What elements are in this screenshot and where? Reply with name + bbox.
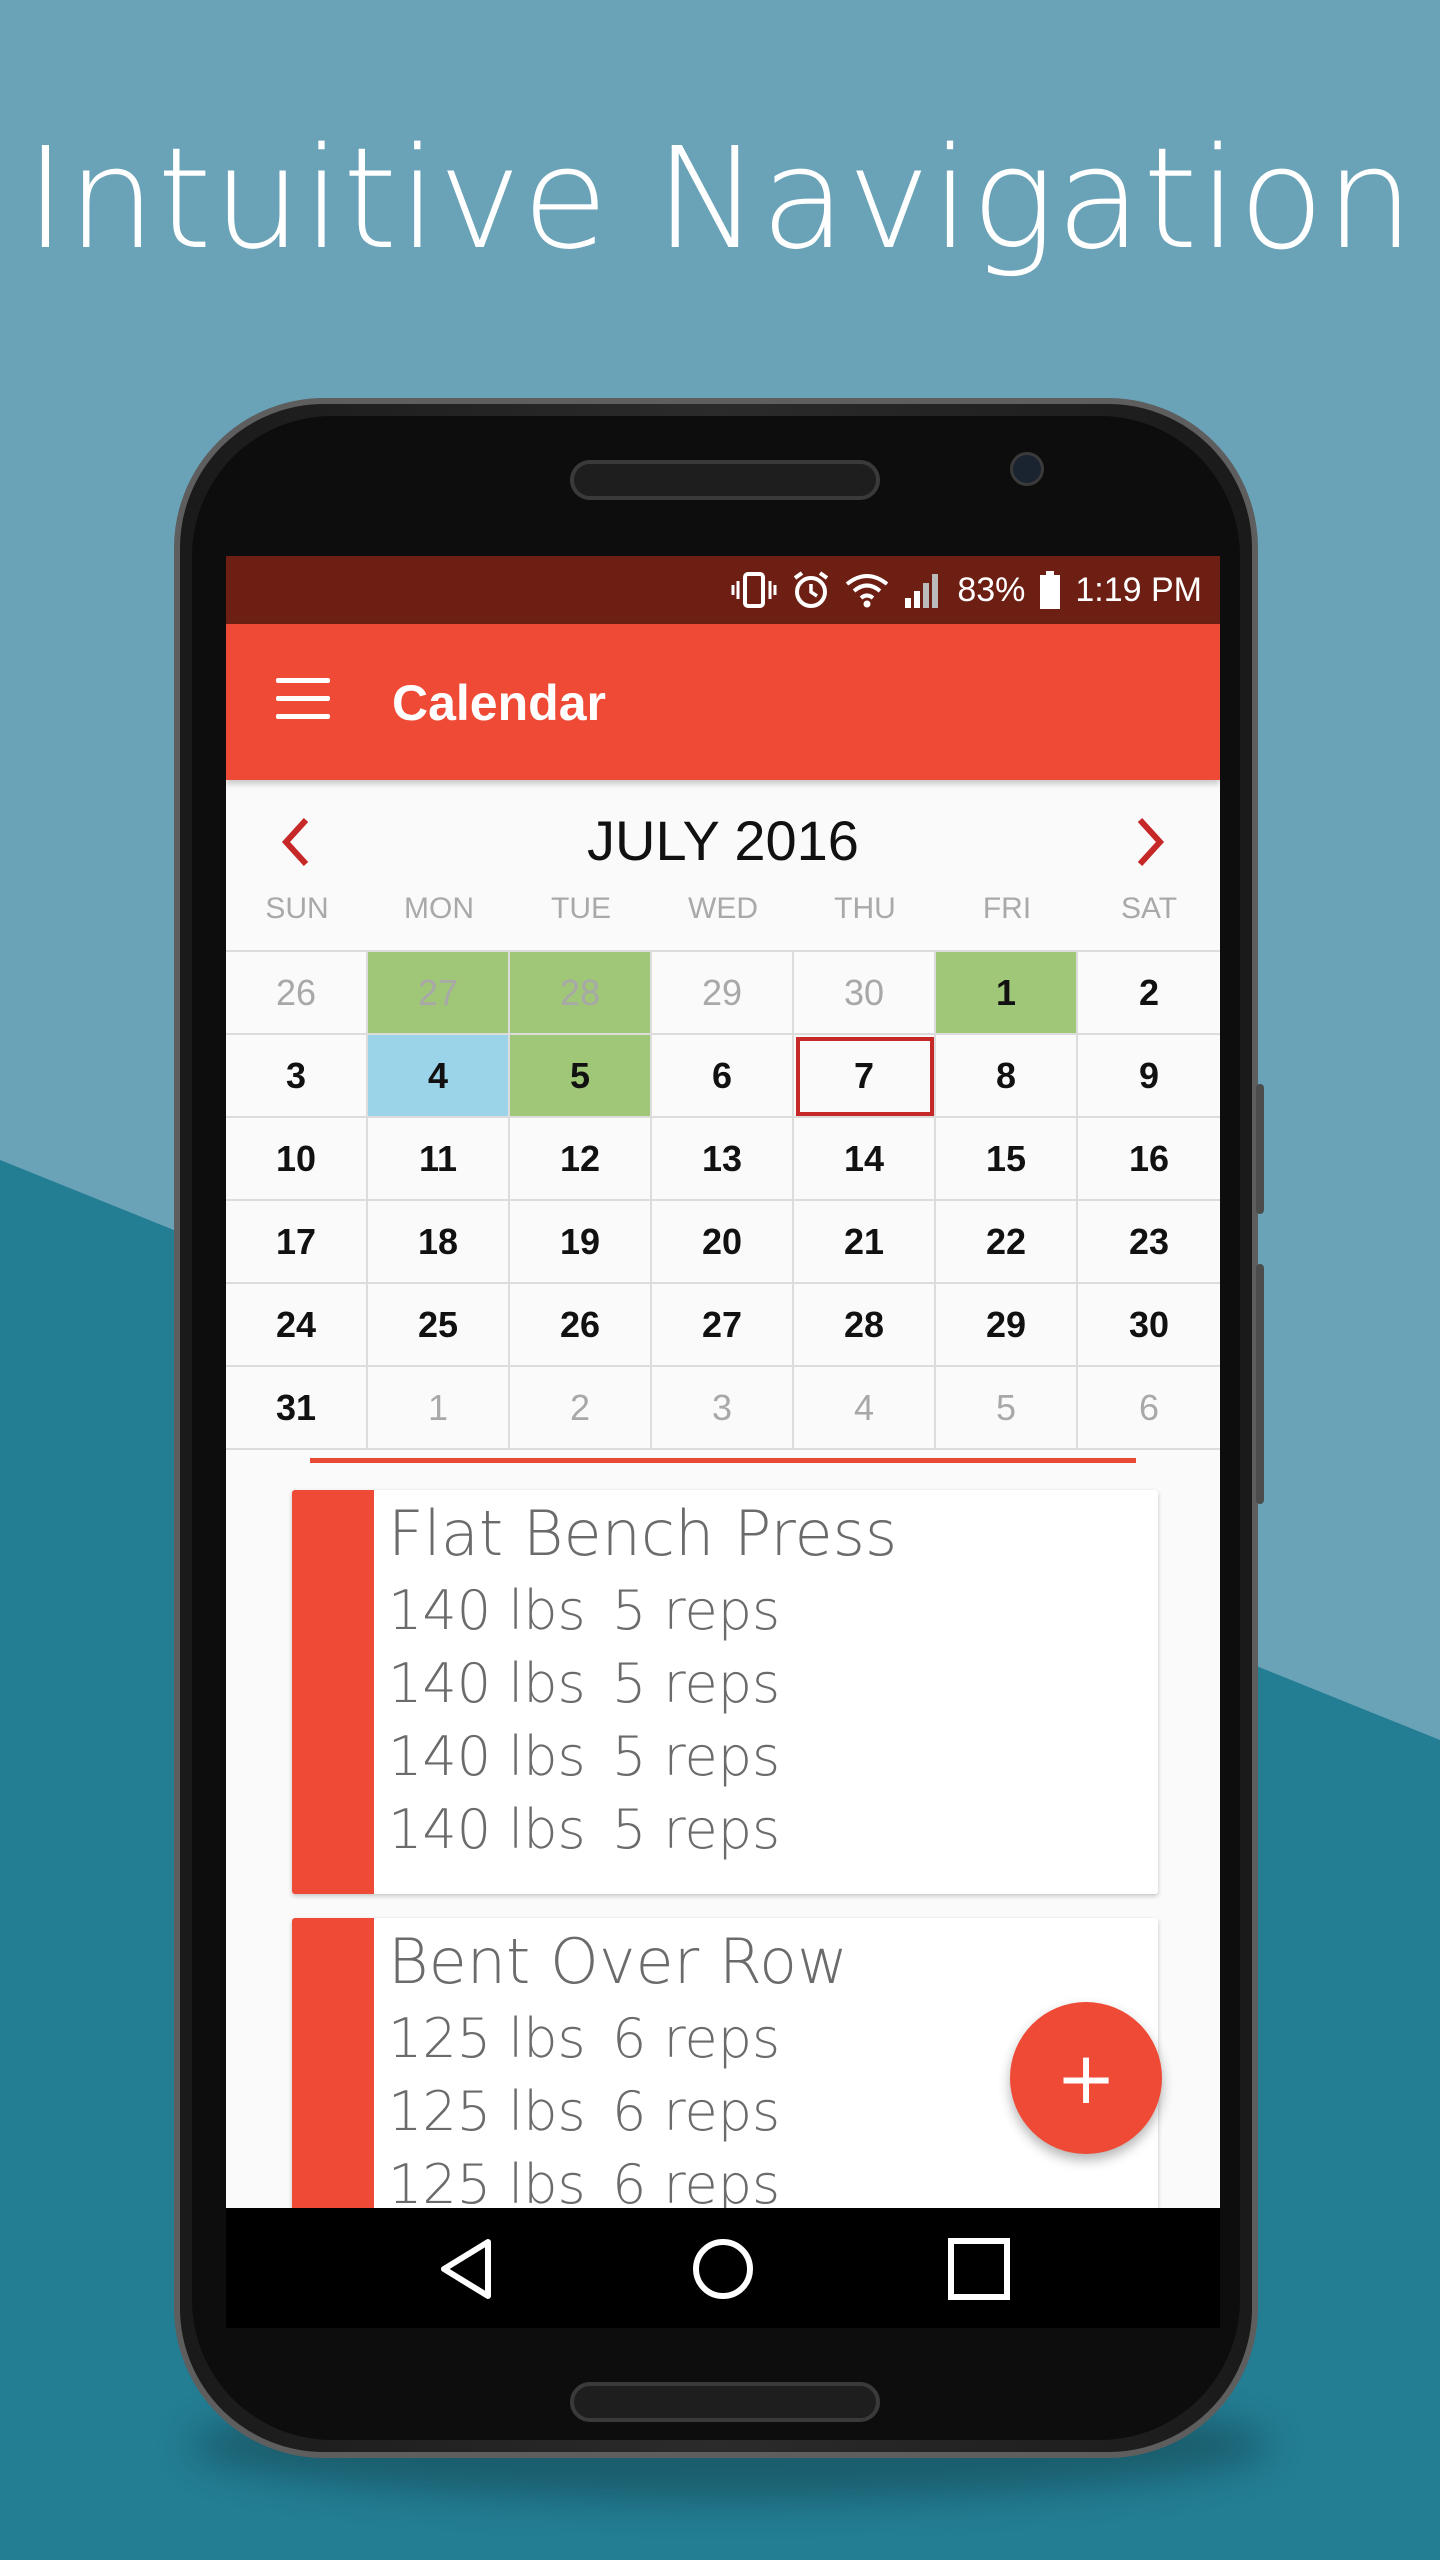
workout-card[interactable]: Flat Bench Press 140 lbs 5 reps 140 lbs 5 … bbox=[292, 1490, 1158, 1894]
status-time: 1:19 PM bbox=[1075, 570, 1202, 609]
calendar-day[interactable]: 2 bbox=[510, 1367, 652, 1450]
calendar-day-today[interactable]: 7 bbox=[794, 1035, 936, 1118]
set-reps: 6 reps bbox=[612, 2080, 781, 2143]
weekday-label: SUN bbox=[265, 892, 329, 925]
add-workout-button[interactable]: + bbox=[1010, 2002, 1162, 2154]
calendar-day[interactable]: 25 bbox=[368, 1284, 510, 1367]
front-camera bbox=[1010, 452, 1044, 486]
calendar-day[interactable]: 19 bbox=[510, 1201, 652, 1284]
vibrate-icon bbox=[731, 572, 777, 608]
set-weight: 140 lbs bbox=[388, 1652, 586, 1715]
set-weight: 140 lbs bbox=[388, 1725, 586, 1788]
calendar-day[interactable]: 23 bbox=[1078, 1201, 1220, 1284]
set-weight: 125 lbs bbox=[388, 2007, 586, 2070]
calendar-day[interactable]: 24 bbox=[226, 1284, 368, 1367]
weekday-label: MON bbox=[404, 892, 474, 925]
calendar-day[interactable]: 6 bbox=[1078, 1367, 1220, 1450]
weekday-label: THU bbox=[834, 892, 896, 925]
weekday-label: FRI bbox=[982, 892, 1032, 925]
calendar-day[interactable]: 11 bbox=[368, 1118, 510, 1201]
set-weight: 140 lbs bbox=[388, 1798, 586, 1861]
set-row: 140 lbs 5 reps bbox=[388, 1647, 1158, 1720]
calendar-day[interactable]: 22 bbox=[936, 1201, 1078, 1284]
calendar-day[interactable]: 29 bbox=[652, 952, 794, 1035]
calendar-day[interactable]: 31 bbox=[226, 1367, 368, 1450]
calendar-day[interactable]: 16 bbox=[1078, 1118, 1220, 1201]
calendar-day[interactable]: 27 bbox=[652, 1284, 794, 1367]
wifi-icon bbox=[846, 574, 889, 608]
set-reps: 5 reps bbox=[612, 1798, 781, 1861]
alarm-icon bbox=[794, 571, 829, 608]
battery-icon bbox=[1040, 571, 1061, 609]
chevron-right-icon[interactable] bbox=[1130, 814, 1170, 870]
weekday-label: WED bbox=[688, 892, 758, 925]
calendar-day[interactable]: 29 bbox=[936, 1284, 1078, 1367]
month-title: JULY 2016 bbox=[587, 809, 859, 872]
app-title: Calendar bbox=[392, 675, 606, 731]
calendar-day[interactable]: 3 bbox=[226, 1035, 368, 1118]
power-button bbox=[1256, 1264, 1264, 1504]
calendar-day[interactable]: 10 bbox=[226, 1118, 368, 1201]
calendar-day[interactable]: 20 bbox=[652, 1201, 794, 1284]
calendar-day[interactable]: 15 bbox=[936, 1118, 1078, 1201]
signal-icon bbox=[905, 574, 939, 608]
calendar-day[interactable]: 28 bbox=[510, 952, 652, 1035]
calendar-day[interactable]: 26 bbox=[226, 952, 368, 1035]
calendar-day[interactable]: 27 bbox=[368, 952, 510, 1035]
set-reps: 5 reps bbox=[612, 1579, 781, 1642]
calendar-day[interactable]: 12 bbox=[510, 1118, 652, 1201]
calendar-day[interactable]: 18 bbox=[368, 1201, 510, 1284]
calendar-day[interactable]: 8 bbox=[936, 1035, 1078, 1118]
recents-icon[interactable] bbox=[944, 2234, 1014, 2304]
set-weight: 140 lbs bbox=[388, 1579, 586, 1642]
weekday-header: SUN MON TUE WED THU FRI SAT bbox=[226, 892, 1220, 932]
calendar-day[interactable]: 9 bbox=[1078, 1035, 1220, 1118]
back-icon[interactable] bbox=[432, 2234, 502, 2304]
app-bar: Calendar bbox=[226, 624, 1220, 780]
home-icon[interactable] bbox=[688, 2234, 758, 2304]
calendar-day[interactable]: 28 bbox=[794, 1284, 936, 1367]
calendar-day[interactable]: 1 bbox=[936, 952, 1078, 1035]
calendar-day[interactable]: 6 bbox=[652, 1035, 794, 1118]
phone-screen: 83% 1:19 PM Calendar JULY 2016 SUN MON T… bbox=[226, 556, 1220, 2328]
hamburger-menu-icon[interactable] bbox=[276, 676, 332, 724]
set-weight: 125 lbs bbox=[388, 2080, 586, 2143]
volume-button bbox=[1256, 1084, 1264, 1214]
calendar-day[interactable]: 30 bbox=[1078, 1284, 1220, 1367]
calendar-day[interactable]: 5 bbox=[510, 1035, 652, 1118]
set-row: 140 lbs 5 reps bbox=[388, 1720, 1158, 1793]
exercise-name: Flat Bench Press bbox=[388, 1497, 898, 1570]
weekday-label: SAT bbox=[1120, 892, 1178, 925]
set-reps: 6 reps bbox=[612, 2007, 781, 2070]
month-navigator: JULY 2016 bbox=[226, 780, 1220, 880]
calendar-day[interactable]: 2 bbox=[1078, 952, 1220, 1035]
calendar-day[interactable]: 4 bbox=[794, 1367, 936, 1450]
set-reps: 5 reps bbox=[612, 1652, 781, 1715]
weekday-label: TUE bbox=[551, 892, 611, 925]
set-row: 140 lbs 5 reps bbox=[388, 1574, 1158, 1647]
calendar-day[interactable]: 26 bbox=[510, 1284, 652, 1367]
calendar-day[interactable]: 21 bbox=[794, 1201, 936, 1284]
set-row: 140 lbs 5 reps bbox=[388, 1793, 1158, 1866]
calendar-day[interactable]: 1 bbox=[368, 1367, 510, 1450]
headline: Intuitive Navigation bbox=[24, 118, 1416, 281]
calendar-divider bbox=[310, 1458, 1136, 1463]
calendar-day[interactable]: 4 bbox=[368, 1035, 510, 1118]
calendar-day[interactable]: 14 bbox=[794, 1118, 936, 1201]
calendar-day[interactable]: 13 bbox=[652, 1118, 794, 1201]
bottom-speaker bbox=[570, 2382, 880, 2422]
status-bar: 83% 1:19 PM bbox=[226, 556, 1220, 624]
exercise-name: Bent Over Row bbox=[388, 1925, 848, 1998]
calendar-day[interactable]: 3 bbox=[652, 1367, 794, 1450]
calendar-day[interactable]: 17 bbox=[226, 1201, 368, 1284]
top-speaker bbox=[570, 460, 880, 500]
battery-percent: 83% bbox=[957, 570, 1026, 609]
calendar-grid: 26 27 28 29 30 1 2 3 4 5 6 7 8 9 10 11 12 13 14 15 16 17 18 19 2… bbox=[226, 950, 1220, 1450]
set-reps: 5 reps bbox=[612, 1725, 781, 1788]
system-nav-bar bbox=[226, 2208, 1220, 2328]
calendar-day[interactable]: 5 bbox=[936, 1367, 1078, 1450]
card-accent-bar bbox=[292, 1490, 374, 1894]
calendar-day[interactable]: 30 bbox=[794, 952, 936, 1035]
